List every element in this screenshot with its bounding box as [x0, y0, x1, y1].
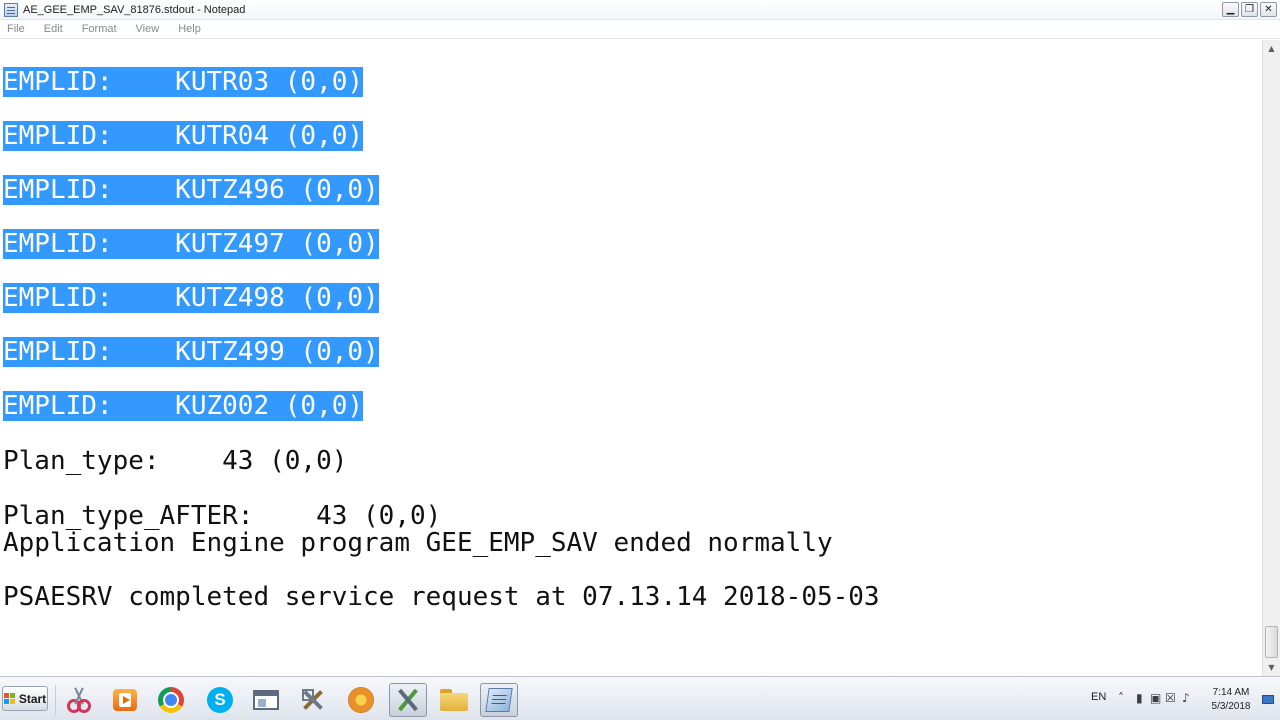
text-line-emplid-5: EMPLID: KUTZ498 (0,0)	[3, 283, 379, 313]
title-bar[interactable]: AE_GEE_EMP_SAV_81876.stdout - Notepad ▁ …	[0, 0, 1280, 20]
notepad-app-icon[interactable]	[4, 2, 18, 17]
taskbar: Start S EN ˄ ▮ ▣ ☒ ♪ 7:14 AM 5/3/2018	[0, 676, 1280, 720]
clock-time: 7:14 AM	[1212, 687, 1250, 698]
text-editor[interactable]: EMPLID: KUTR03 (0,0) EMPLID: KUTR04 (0,0…	[0, 40, 1262, 676]
minimize-button[interactable]: ▁	[1222, 2, 1239, 17]
taskbar-separator	[55, 685, 56, 715]
restore-button[interactable]: ❐	[1241, 2, 1258, 17]
menu-file[interactable]: File	[4, 23, 28, 35]
text-line-ae-ended: Application Engine program GEE_EMP_SAV e…	[3, 528, 833, 558]
text-line-emplid-3: EMPLID: KUTZ496 (0,0)	[3, 175, 379, 205]
menu-format[interactable]: Format	[79, 23, 120, 35]
close-button[interactable]: ✕	[1260, 2, 1277, 17]
notepad-icon[interactable]	[480, 683, 518, 717]
text-line-emplid-1: EMPLID: KUTR03 (0,0)	[3, 67, 364, 97]
text-line-emplid-6: EMPLID: KUTZ499 (0,0)	[3, 337, 379, 367]
text-line-plan-type: Plan_type: 43 (0,0)	[3, 446, 348, 476]
network-error-icon[interactable]: ☒	[1165, 691, 1176, 705]
text-line-plan-type-after: Plan_type_AFTER: 43 (0,0)	[3, 501, 442, 531]
menu-bar: File Edit Format View Help	[0, 20, 1280, 39]
text-line-psaesrv: PSAESRV completed service request at 07.…	[3, 582, 880, 612]
start-label: Start	[18, 691, 47, 706]
flower-app-icon[interactable]	[342, 683, 380, 717]
chrome-icon[interactable]	[152, 683, 190, 717]
scroll-up-arrow-icon[interactable]: ▲	[1263, 40, 1280, 57]
clock-date: 5/3/2018	[1211, 701, 1251, 712]
tray-clock[interactable]: 7:14 AM 5/3/2018	[1206, 686, 1256, 714]
window-title: AE_GEE_EMP_SAV_81876.stdout - Notepad	[23, 3, 246, 16]
media-player-icon[interactable]	[106, 683, 144, 717]
show-desktop-button[interactable]	[1262, 695, 1274, 704]
menu-edit[interactable]: Edit	[41, 23, 66, 35]
scroll-thumb[interactable]	[1265, 626, 1278, 658]
language-indicator[interactable]: EN	[1091, 691, 1106, 703]
window-app-icon[interactable]	[247, 683, 285, 717]
windows-logo-icon	[3, 692, 16, 705]
menu-help[interactable]: Help	[175, 23, 204, 35]
tools-icon[interactable]	[294, 683, 332, 717]
signal-icon[interactable]: ▮	[1136, 691, 1143, 705]
window-controls: ▁ ❐ ✕	[1222, 2, 1277, 17]
text-line-emplid-2: EMPLID: KUTR04 (0,0)	[3, 121, 364, 151]
start-button[interactable]: Start	[2, 686, 48, 711]
menu-view[interactable]: View	[133, 23, 163, 35]
skype-icon[interactable]: S	[201, 683, 239, 717]
text-line-emplid-4: EMPLID: KUTZ497 (0,0)	[3, 229, 379, 259]
vertical-scrollbar[interactable]: ▲ ▼	[1262, 40, 1280, 676]
folder-icon[interactable]	[435, 683, 473, 717]
tray-chevron-icon[interactable]: ˄	[1118, 691, 1124, 705]
volume-icon[interactable]: ♪	[1182, 691, 1190, 705]
connection-icon[interactable]: ▣	[1150, 691, 1161, 705]
text-line-emplid-7: EMPLID: KUZ002 (0,0)	[3, 391, 364, 421]
wrench-app-icon[interactable]	[389, 683, 427, 717]
scroll-down-arrow-icon[interactable]: ▼	[1263, 659, 1280, 676]
snipping-tool-icon[interactable]	[60, 683, 98, 717]
